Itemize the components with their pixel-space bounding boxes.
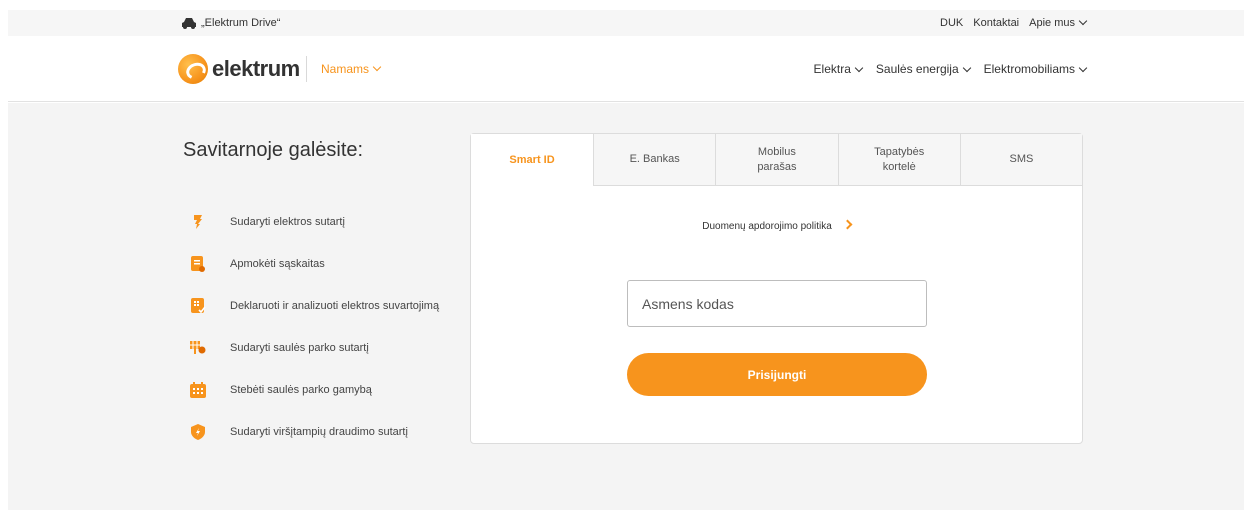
about-us-label: Apie mus (1029, 17, 1075, 29)
logo-mark-icon (178, 54, 208, 84)
faq-link[interactable]: DUK (940, 17, 963, 29)
shield-icon (190, 423, 206, 441)
feature-label: Sudaryti elektros sutartį (230, 216, 345, 228)
login-method-tabs: Smart ID E. Bankas Mobilus parašas Tapat… (471, 134, 1082, 186)
nav-item-label: Elektra (813, 62, 851, 76)
privacy-policy-link[interactable]: Duomenų apdorojimo politika (471, 219, 1082, 232)
features-title: Savitarnoje galėsite: (183, 139, 364, 161)
features-list: Sudaryti elektros sutartį Apmokėti sąska… (190, 201, 439, 453)
login-button[interactable]: Prisijungti (627, 353, 927, 396)
chevron-down-icon (962, 63, 971, 73)
top-utility-bar: „Elektrum Drive“ DUK Kontaktai Apie mus (8, 10, 1244, 36)
bulb-icon (190, 213, 206, 231)
feature-label: Stebėti saulės parko gamybą (230, 384, 372, 396)
list-item: Sudaryti viršįtampių draudimo sutartį (190, 411, 439, 453)
list-item: Sudaryti elektros sutartį (190, 201, 439, 243)
list-item: Apmokėti sąskaitas (190, 243, 439, 285)
solar-panel-icon (190, 339, 206, 357)
chevron-down-icon (854, 63, 864, 73)
privacy-policy-label: Duomenų apdorojimo politika (702, 221, 832, 232)
chevron-down-icon (1078, 63, 1088, 73)
tab-e-bankas[interactable]: E. Bankas (593, 134, 716, 186)
feature-label: Sudaryti saulės parko sutartį (230, 342, 369, 354)
main-content: Savitarnoje galėsite: Sudaryti elektros … (8, 103, 1244, 510)
feature-label: Deklaruoti ir analizuoti elektros suvart… (230, 300, 440, 312)
elektrum-logo[interactable]: elektrum (178, 54, 300, 84)
list-item: Sudaryti saulės parko sutartį (190, 327, 439, 369)
login-card: Smart ID E. Bankas Mobilus parašas Tapat… (470, 133, 1083, 444)
meter-icon (190, 297, 206, 315)
list-item: Deklaruoti ir analizuoti elektros suvart… (190, 285, 439, 327)
main-header: elektrum Namams Elektra Saulės energija … (8, 36, 1244, 102)
tab-smart-id[interactable]: Smart ID (471, 134, 594, 186)
list-item: Stebėti saulės parko gamybą (190, 369, 439, 411)
car-icon (182, 18, 196, 29)
nav-item-elektra[interactable]: Elektra (813, 62, 864, 76)
elektrum-drive-link[interactable]: „Elektrum Drive“ (181, 10, 280, 36)
utility-links: DUK Kontaktai Apie mus (940, 10, 1088, 36)
chevron-down-icon (372, 62, 382, 72)
main-nav: Elektra Saulės energija Elektromobiliams (813, 36, 1088, 102)
nav-item-label: Saulės energija (875, 62, 959, 76)
logo-wordmark: elektrum (212, 56, 300, 81)
personal-code-input[interactable] (627, 280, 927, 327)
nav-item-label: Elektromobiliams (983, 62, 1075, 76)
calendar-icon (190, 381, 206, 399)
chevron-right-icon (842, 219, 853, 230)
about-us-menu[interactable]: Apie mus (1029, 16, 1088, 29)
nav-item-elektromobiliams[interactable]: Elektromobiliams (983, 62, 1088, 76)
segment-selector[interactable]: Namams (321, 36, 382, 102)
elektrum-drive-label: „Elektrum Drive“ (201, 17, 281, 29)
feature-label: Sudaryti viršįtampių draudimo sutartį (230, 426, 408, 438)
nav-item-saules-energija[interactable]: Saulės energija (875, 62, 971, 76)
feature-label: Apmokėti sąskaitas (230, 258, 325, 270)
tab-sms[interactable]: SMS (959, 134, 1082, 186)
header-divider (306, 56, 307, 82)
tab-tapatybes-kortele[interactable]: Tapatybės kortelė (837, 134, 960, 186)
tab-mobilus-parasas[interactable]: Mobilus parašas (715, 134, 838, 186)
segment-label: Namams (321, 62, 370, 76)
invoice-icon (190, 255, 206, 273)
contacts-link[interactable]: Kontaktai (973, 17, 1019, 29)
chevron-down-icon (1078, 16, 1088, 26)
